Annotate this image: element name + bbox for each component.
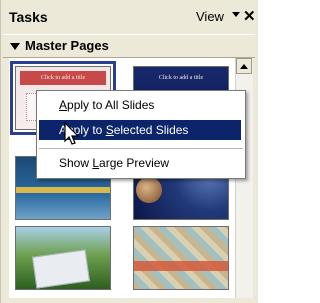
- thumbnail-bar: [134, 261, 228, 271]
- thumbnail-title: Click to add a title: [40, 75, 86, 81]
- panel-titlebar: Tasks View ✕: [3, 0, 256, 34]
- section-label: Master Pages: [25, 38, 109, 53]
- menu-separator: [39, 148, 243, 149]
- menu-item-prefix: Show: [59, 156, 93, 170]
- thumbnail-stripe: [16, 187, 110, 193]
- triangle-down-icon[interactable]: [10, 43, 20, 50]
- tasks-panel: Tasks View ✕ Master Pages Click to add a…: [0, 0, 258, 303]
- card-graphic: [32, 249, 90, 289]
- master-page-thumbnail[interactable]: [15, 226, 111, 290]
- view-menu-button[interactable]: View: [196, 9, 224, 24]
- menu-item-show-large-preview[interactable]: Show Large Preview: [39, 153, 241, 173]
- panel-title: Tasks: [9, 9, 48, 25]
- master-page-thumbnail[interactable]: [133, 226, 229, 290]
- thumbnail-title: Click to add a title: [158, 75, 204, 81]
- menu-item-apply-to-all-slides[interactable]: Apply to All Slides: [39, 95, 241, 115]
- menu-item-rest: arge Preview: [99, 156, 170, 170]
- mouse-pointer-icon: [64, 122, 80, 145]
- master-pages-section-header[interactable]: Master Pages: [3, 34, 255, 58]
- scroll-up-button[interactable]: [236, 58, 252, 74]
- planet-graphic: [136, 177, 162, 203]
- menu-item-rest: pply to All Slides: [67, 98, 155, 112]
- close-icon[interactable]: ✕: [243, 7, 256, 25]
- menu-item-mnemonic: A: [59, 98, 68, 112]
- menu-item-mnemonic: S: [105, 123, 114, 137]
- menu-item-rest: elected Slides: [113, 123, 189, 137]
- chevron-down-icon[interactable]: [232, 12, 240, 17]
